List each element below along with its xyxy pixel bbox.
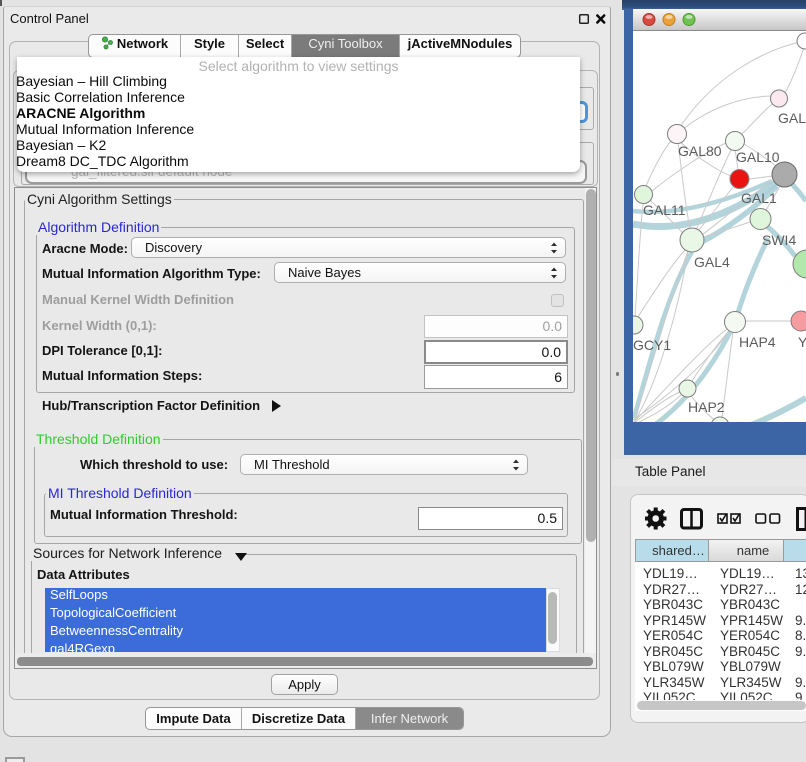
svg-text:GCY1: GCY1 xyxy=(633,337,671,353)
svg-text:SWI4: SWI4 xyxy=(762,232,796,248)
svg-text:YEL: YEL xyxy=(798,334,806,350)
svg-text:GAL11: GAL11 xyxy=(643,202,686,218)
svg-text:GAL1: GAL1 xyxy=(741,190,777,206)
svg-text:HAP4: HAP4 xyxy=(739,334,776,350)
svg-text:HAP2: HAP2 xyxy=(688,399,725,415)
svg-text:GAL10: GAL10 xyxy=(736,149,780,165)
svg-text:GAL80: GAL80 xyxy=(678,143,722,159)
svg-text:GAL7: GAL7 xyxy=(778,110,806,126)
svg-text:GAL4: GAL4 xyxy=(694,254,730,270)
